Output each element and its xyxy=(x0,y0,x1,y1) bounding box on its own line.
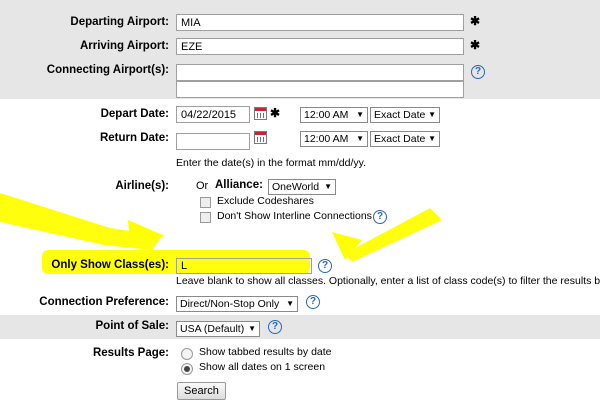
point-of-sale-help-icon[interactable]: ? xyxy=(268,320,282,334)
results-all-dates-label: Show all dates on 1 screen xyxy=(199,361,326,373)
connection-preference-select[interactable]: Direct/Non-Stop Only ▼ xyxy=(176,296,298,312)
classes-label: Only Show Class(es): xyxy=(51,259,169,271)
results-all-dates-radio[interactable] xyxy=(181,363,193,375)
right-arrow-mark xyxy=(344,208,442,262)
search-button[interactable]: Search xyxy=(177,382,226,400)
point-of-sale-value: USA (Default) xyxy=(180,323,245,335)
chevron-down-icon: ▼ xyxy=(286,299,294,308)
connection-help-icon[interactable]: ? xyxy=(306,295,320,309)
connection-preference-value: Direct/Non-Stop Only xyxy=(180,298,280,310)
point-of-sale-label: Point of Sale: xyxy=(95,320,169,332)
connection-preference-label: Connection Preference: xyxy=(39,296,169,308)
results-tabbed-label: Show tabbed results by date xyxy=(199,346,332,358)
classes-help-icon[interactable]: ? xyxy=(318,259,332,273)
chevron-down-icon: ▼ xyxy=(248,324,256,333)
classes-input[interactable] xyxy=(176,258,312,274)
results-tabbed-radio[interactable] xyxy=(181,348,193,360)
point-of-sale-select[interactable]: USA (Default) ▼ xyxy=(176,321,260,337)
classes-hint: Leave blank to show all classes. Optiona… xyxy=(176,275,600,287)
results-page-label: Results Page: xyxy=(92,347,169,359)
